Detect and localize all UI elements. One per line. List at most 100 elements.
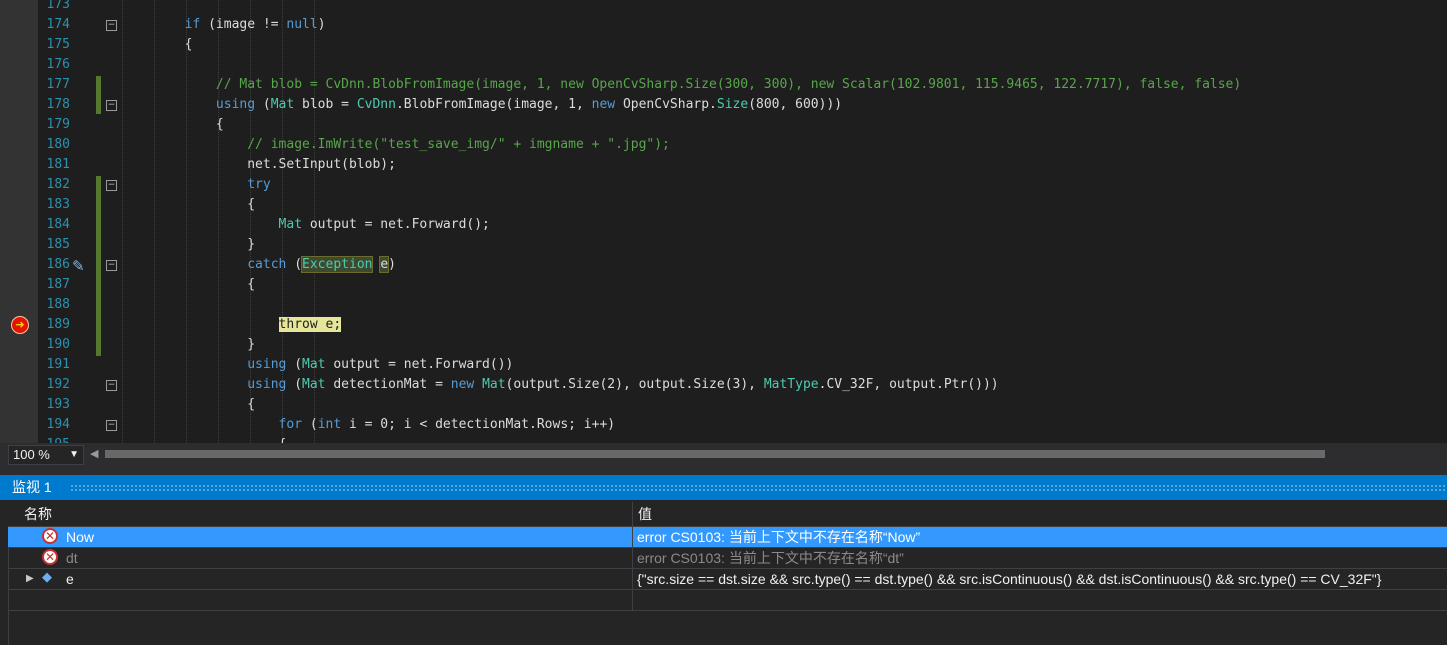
watch-column-header: 名称 值 — [8, 502, 1447, 527]
code-line[interactable]: 190 } — [0, 335, 1447, 355]
watch-window-titlebar[interactable]: 监视 1 — [0, 475, 1447, 500]
code-line[interactable]: 192 using (Mat detectionMat = new Mat(ou… — [0, 375, 1447, 395]
line-number: 173 — [46, 0, 70, 12]
code-line[interactable]: 195 { — [0, 435, 1447, 443]
watch-item-value: {"src.size == dst.size && src.type() == … — [637, 571, 1382, 587]
fold-toggle-icon[interactable]: − — [106, 100, 117, 111]
line-number: 192 — [46, 377, 70, 392]
line-number: 193 — [46, 397, 70, 412]
code-line[interactable]: 187 { — [0, 275, 1447, 295]
code-line[interactable]: 175 { — [0, 35, 1447, 55]
code-line[interactable]: 188 — [0, 295, 1447, 315]
code-line[interactable]: 194 for (int i = 0; i < detectionMat.Row… — [0, 415, 1447, 435]
code-line[interactable]: 180 // image.ImWrite("test_save_img/" + … — [0, 135, 1447, 155]
line-number: 182 — [46, 177, 70, 192]
code-line[interactable]: 182 try — [0, 175, 1447, 195]
code-line[interactable]: 186 catch (Exception e) — [0, 255, 1447, 275]
code-text[interactable]: { — [122, 275, 255, 295]
change-bar — [96, 176, 101, 356]
watch-row-empty[interactable] — [8, 590, 1447, 611]
line-number: 191 — [46, 357, 70, 372]
line-number: 183 — [46, 197, 70, 212]
line-number: 178 — [46, 97, 70, 112]
fold-toggle-icon[interactable]: − — [106, 180, 117, 191]
code-text[interactable]: { — [122, 35, 193, 55]
chevron-down-icon[interactable]: ▼ — [69, 446, 79, 464]
titlebar-grip[interactable] — [70, 484, 1447, 491]
watch-item-value: error CS0103: 当前上下文中不存在名称“dt” — [637, 550, 904, 566]
code-text[interactable]: using (Mat output = net.Forward()) — [122, 355, 513, 375]
code-line[interactable]: 189 throw e; — [0, 315, 1447, 335]
zoom-value: 100 % — [13, 447, 50, 462]
column-header-value[interactable]: 值 — [638, 502, 652, 526]
code-text[interactable]: using (Mat blob = CvDnn.BlobFromImage(im… — [122, 95, 842, 115]
horizontal-scrollbar-thumb[interactable] — [105, 450, 1325, 458]
code-text[interactable]: net.SetInput(blob); — [122, 155, 396, 175]
watch-row-now[interactable]: ✕ Now error CS0103: 当前上下文中不存在名称“Now” — [8, 527, 1447, 548]
code-line[interactable]: 179 { — [0, 115, 1447, 135]
code-line[interactable]: 184 Mat output = net.Forward(); — [0, 215, 1447, 235]
code-line[interactable]: 176 — [0, 55, 1447, 75]
current-statement-arrow-icon[interactable]: ➜ — [11, 316, 29, 334]
code-text[interactable]: // Mat blob = CvDnn.BlobFromImage(image,… — [122, 75, 1241, 95]
code-text[interactable]: { — [122, 435, 287, 443]
code-text[interactable]: { — [122, 395, 255, 415]
scroll-left-icon[interactable]: ◀ — [90, 447, 98, 460]
code-text[interactable]: try — [122, 175, 270, 195]
code-text[interactable]: throw e; — [122, 315, 342, 335]
code-text[interactable]: } — [122, 235, 255, 255]
code-editor[interactable]: 173 174 if (image != null) 175 {176 177 // … — [0, 0, 1447, 443]
code-text[interactable]: for (int i = 0; i < detectionMat.Rows; i… — [122, 415, 616, 435]
code-text[interactable]: catch (Exception e) — [122, 255, 396, 275]
line-number: 177 — [46, 77, 70, 92]
code-text[interactable]: } — [122, 335, 255, 355]
line-number: 186 — [46, 257, 70, 272]
line-number: 174 — [46, 17, 70, 32]
expand-arrow-icon[interactable]: ▶ — [26, 569, 34, 589]
fold-toggle-icon[interactable]: − — [106, 380, 117, 391]
code-text[interactable]: if (image != null) — [122, 15, 326, 35]
column-header-name[interactable]: 名称 — [24, 502, 52, 526]
code-line[interactable]: 193 { — [0, 395, 1447, 415]
error-icon: ✕ — [42, 549, 58, 565]
watch-item-value: error CS0103: 当前上下文中不存在名称“Now” — [637, 529, 921, 545]
watch-row-e[interactable]: ▶ ◆ e {"src.size == dst.size && src.type… — [8, 569, 1447, 590]
panel-divider[interactable] — [0, 465, 1447, 475]
line-number: 179 — [46, 117, 70, 132]
watch-item-name: e — [66, 571, 74, 587]
line-number: 189 — [46, 317, 70, 332]
object-cube-icon: ◆ — [42, 570, 52, 585]
watch-window: 名称 值 ✕ Now error CS0103: 当前上下文中不存在名称“Now… — [0, 500, 1447, 645]
line-number: 175 — [46, 37, 70, 52]
line-number: 190 — [46, 337, 70, 352]
code-line[interactable]: 185 } — [0, 235, 1447, 255]
code-line[interactable]: 177 // Mat blob = CvDnn.BlobFromImage(im… — [0, 75, 1447, 95]
line-number: 184 — [46, 217, 70, 232]
watch-item-name: dt — [66, 550, 78, 566]
code-text[interactable]: using (Mat detectionMat = new Mat(output… — [122, 375, 998, 395]
code-line[interactable]: 191 using (Mat output = net.Forward()) — [0, 355, 1447, 375]
code-line[interactable]: 173 — [0, 0, 1447, 15]
fold-toggle-icon[interactable]: − — [106, 420, 117, 431]
error-icon: ✕ — [42, 528, 58, 544]
code-text[interactable]: { — [122, 115, 224, 135]
fold-toggle-icon[interactable]: − — [106, 260, 117, 271]
line-number: 187 — [46, 277, 70, 292]
code-text[interactable]: // image.ImWrite("test_save_img/" + imgn… — [122, 135, 670, 155]
quick-action-pencil-icon[interactable]: ✎ — [72, 257, 92, 275]
code-line[interactable]: 181 net.SetInput(blob); — [0, 155, 1447, 175]
column-separator[interactable] — [632, 502, 633, 610]
watch-row-dt[interactable]: ✕ dt error CS0103: 当前上下文中不存在名称“dt” — [8, 548, 1447, 569]
code-line[interactable]: 183 { — [0, 195, 1447, 215]
fold-toggle-icon[interactable]: − — [106, 20, 117, 31]
editor-horizontal-bar: 100 % ▼ ◀ — [0, 443, 1447, 465]
code-text[interactable]: { — [122, 195, 255, 215]
line-number: 180 — [46, 137, 70, 152]
zoom-dropdown[interactable]: 100 % ▼ — [8, 445, 84, 465]
code-text[interactable]: Mat output = net.Forward(); — [122, 215, 490, 235]
code-line[interactable]: 174 if (image != null) — [0, 15, 1447, 35]
line-number: 195 — [38, 435, 70, 443]
code-line[interactable]: 178 using (Mat blob = CvDnn.BlobFromImag… — [0, 95, 1447, 115]
watch-item-name: Now — [66, 529, 95, 545]
line-number: 188 — [46, 297, 70, 312]
